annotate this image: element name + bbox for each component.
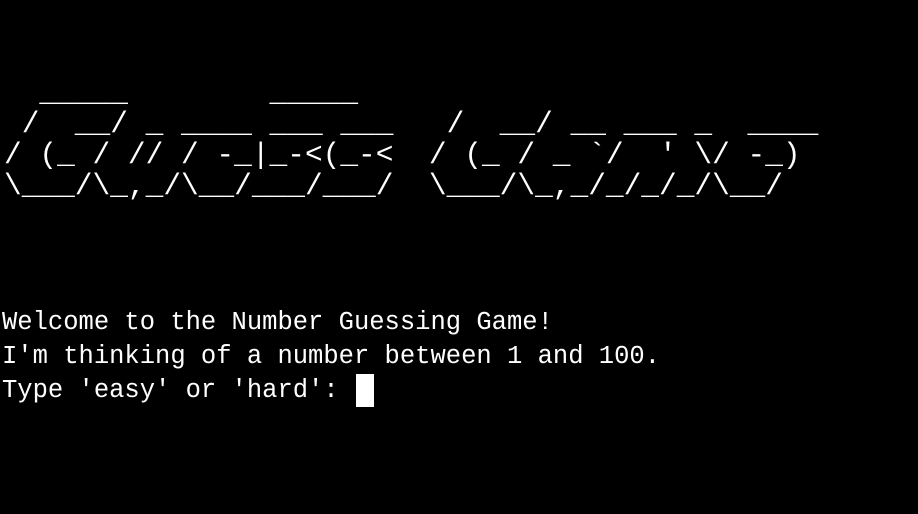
difficulty-prompt: Type 'easy' or 'hard': (2, 376, 354, 405)
text-cursor (355, 374, 374, 407)
terminal-window[interactable]: _____ _____ / __/ _ ____ ___ ___ / __/ _… (0, 0, 918, 514)
difficulty-prompt-row: Type 'easy' or 'hard': (2, 374, 660, 408)
welcome-message: Welcome to the Number Guessing Game! (2, 308, 553, 337)
banner-line-4: \___/\_,_/\__/___/___/ \___/\_,_/_/_/_/\… (4, 169, 783, 203)
ascii-art-banner: _____ _____ / __/ _ ____ ___ ___ / __/ _… (4, 78, 818, 202)
banner-line-3: / (_ / // / -_|_-<(_-< / (_ / _ `/ ' \/ … (4, 138, 801, 172)
range-message: I'm thinking of a number between 1 and 1… (2, 342, 661, 371)
terminal-output: Welcome to the Number Guessing Game! I'm… (2, 306, 660, 408)
difficulty-input[interactable] (354, 374, 374, 408)
banner-line-1: _____ _____ (4, 76, 359, 110)
banner-line-2: / __/ _ ____ ___ ___ / __/ __ ___ _ ____ (4, 107, 819, 141)
